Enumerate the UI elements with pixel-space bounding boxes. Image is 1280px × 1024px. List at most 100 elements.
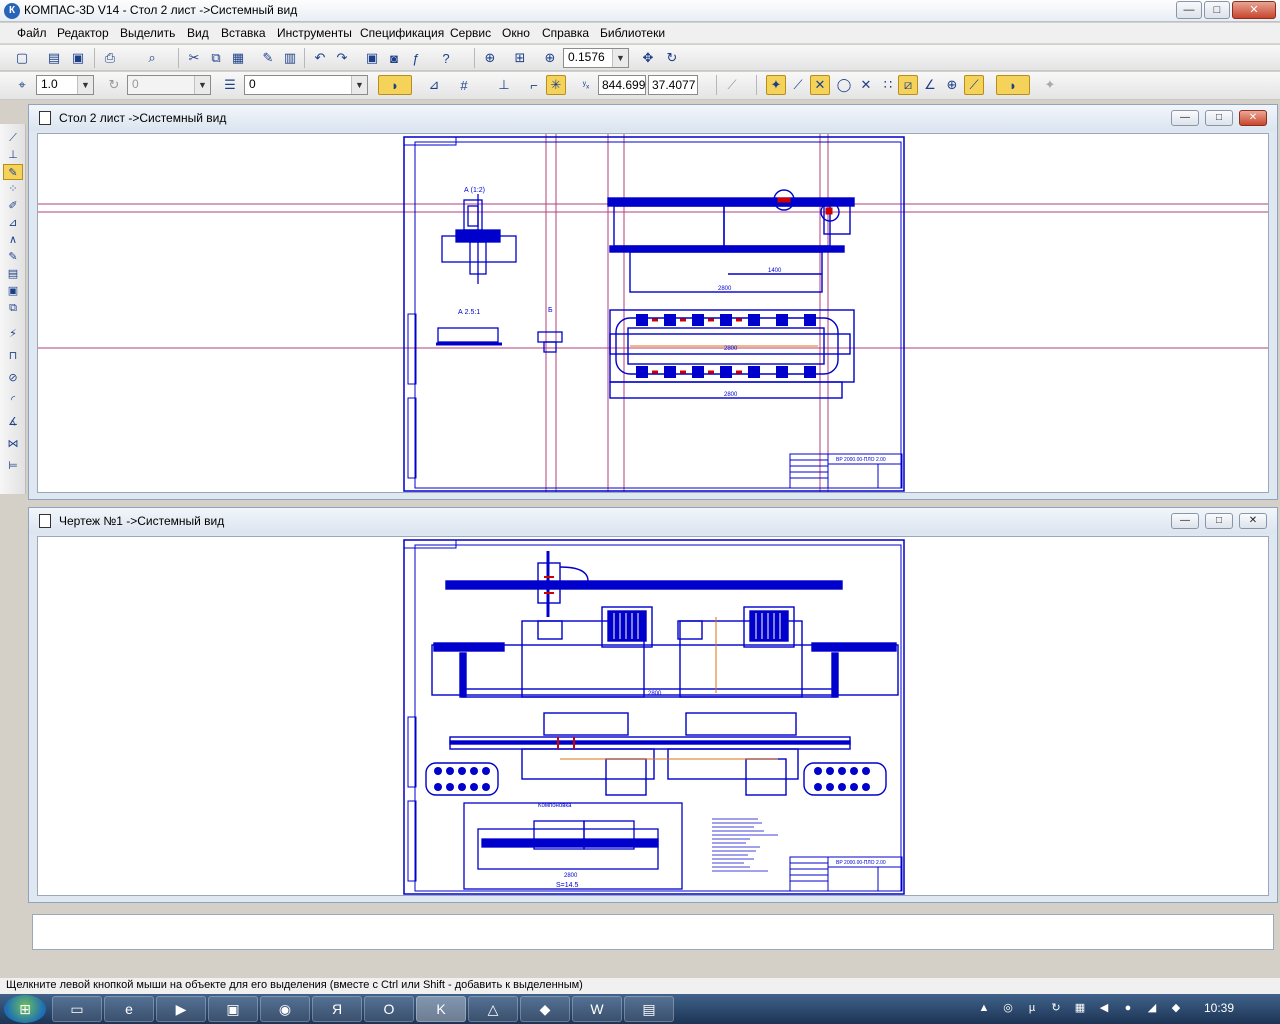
tray-torrent-icon[interactable]: µ bbox=[1024, 1000, 1040, 1016]
geometry-icon[interactable]: ⟋ bbox=[3, 130, 23, 146]
doc-maximize-button[interactable]: □ bbox=[1205, 110, 1233, 126]
chain-dim-icon[interactable]: ⊨ bbox=[3, 458, 23, 474]
print-icon[interactable]: ⎙ bbox=[100, 48, 120, 68]
param-icon[interactable]: ⊿ bbox=[3, 215, 23, 231]
save-icon[interactable]: ▣ bbox=[68, 48, 88, 68]
report-icon[interactable]: ▣ bbox=[3, 283, 23, 299]
doc-close-button[interactable]: ✕ bbox=[1239, 110, 1267, 126]
coord-y-field[interactable]: 37.4077 bbox=[648, 75, 698, 95]
refresh-icon[interactable]: ↻ bbox=[662, 48, 682, 68]
menu-file[interactable]: Файл bbox=[17, 26, 47, 40]
grid-points-icon[interactable]: ⁘ bbox=[3, 181, 23, 197]
menu-insert[interactable]: Вставка bbox=[221, 26, 266, 40]
doc-window-header[interactable]: Стол 2 лист ->Системный вид — □ ✕ bbox=[29, 105, 1277, 131]
chevron-down-icon[interactable]: ▼ bbox=[77, 76, 93, 94]
doc-close-button[interactable]: ✕ bbox=[1239, 513, 1267, 529]
menu-help[interactable]: Справка bbox=[542, 26, 589, 40]
orthogonal-icon[interactable]: ⊿ bbox=[424, 75, 444, 95]
zoom-frame-icon[interactable]: ⊕ bbox=[480, 48, 500, 68]
doc-minimize-button[interactable]: — bbox=[1171, 110, 1199, 126]
parameters-panel[interactable] bbox=[32, 914, 1274, 950]
diameter-icon[interactable]: ⊘ bbox=[3, 370, 23, 386]
menu-tools[interactable]: Инструменты bbox=[277, 26, 352, 40]
copy-icon[interactable]: ⧉ bbox=[206, 48, 226, 68]
minimize-button[interactable]: — bbox=[1176, 1, 1202, 19]
layer-combo[interactable]: 0 ▼ bbox=[244, 75, 368, 95]
snap-intersection-icon[interactable]: ✕ bbox=[810, 75, 830, 95]
properties-icon[interactable]: ▥ bbox=[280, 48, 300, 68]
clock[interactable]: 10:39 bbox=[1204, 1001, 1234, 1015]
format-brush-icon[interactable]: ✎ bbox=[258, 48, 278, 68]
snap-nearest-point-icon[interactable]: ✦ bbox=[766, 75, 786, 95]
menu-window[interactable]: Окно bbox=[502, 26, 530, 40]
app-icon[interactable]: ◆ bbox=[520, 996, 570, 1022]
menu-editor[interactable]: Редактор bbox=[57, 26, 109, 40]
doc-window-drawing-1[interactable]: Чертеж №1 ->Системный вид — □ ✕ Компонов… bbox=[28, 507, 1278, 903]
edit-icon[interactable]: ✐ bbox=[3, 198, 23, 214]
menu-select[interactable]: Выделить bbox=[120, 26, 175, 40]
local-cs-icon[interactable]: ⊥ bbox=[494, 75, 514, 95]
kompas-app-icon[interactable]: К bbox=[4, 3, 20, 19]
doc-maximize-button[interactable]: □ bbox=[1205, 513, 1233, 529]
step-cursor-icon[interactable]: ⌖ bbox=[12, 75, 32, 95]
angle-combo[interactable]: 0 ▼ bbox=[127, 75, 211, 95]
zoom-in-icon[interactable]: ⊕ bbox=[540, 48, 560, 68]
doc-minimize-button[interactable]: — bbox=[1171, 513, 1199, 529]
new-file-icon[interactable]: ▢ bbox=[12, 48, 32, 68]
drawing-svg-bottom[interactable]: Компоновка S=14.5 2800 2800 ВР 2000.00-П… bbox=[38, 537, 1269, 896]
undo-icon[interactable]: ↶ bbox=[310, 48, 330, 68]
step-combo[interactable]: 1.0 ▼ bbox=[36, 75, 94, 95]
library-icon[interactable]: ◙ bbox=[384, 48, 404, 68]
ie-icon[interactable]: e bbox=[104, 996, 154, 1022]
function-icon[interactable]: ƒ bbox=[406, 48, 426, 68]
symbol-icon[interactable]: ⚡ bbox=[3, 326, 23, 342]
menu-libraries[interactable]: Библиотеки bbox=[600, 26, 665, 40]
snap-angle-icon[interactable]: ∠ bbox=[920, 75, 940, 95]
drawing-canvas[interactable]: А (1:2) А 2.5:1 Б 1400 2800 2800 2800 ВР… bbox=[37, 133, 1269, 493]
attribute-icon[interactable]: ✎ bbox=[3, 249, 23, 265]
maximize-button[interactable]: □ bbox=[1204, 1, 1230, 19]
layer-icon[interactable]: ☰ bbox=[220, 75, 240, 95]
cut-icon[interactable]: ✂ bbox=[184, 48, 204, 68]
coord-x-field[interactable]: 844.699 bbox=[598, 75, 646, 95]
paste-icon[interactable]: ▦ bbox=[228, 48, 248, 68]
snap-endpoint-icon[interactable]: ⟋ bbox=[788, 75, 808, 95]
linear-dim-icon[interactable]: ⊓ bbox=[3, 348, 23, 364]
menu-service[interactable]: Сервис bbox=[450, 26, 491, 40]
folder-icon[interactable]: ▭ bbox=[52, 996, 102, 1022]
snap-normal-icon[interactable]: ✕ bbox=[856, 75, 876, 95]
insert-icon[interactable]: ⧉ bbox=[3, 300, 23, 316]
open-folder-icon[interactable]: ▤ bbox=[44, 48, 64, 68]
tray-nvidia-icon[interactable]: ◢ bbox=[1144, 1000, 1160, 1016]
tray-update-icon[interactable]: ↻ bbox=[1048, 1000, 1064, 1016]
print-preview-icon[interactable]: ⌕ bbox=[142, 48, 162, 68]
chevron-down-icon[interactable]: ▼ bbox=[612, 49, 628, 67]
attach-icon[interactable]: ⟋ bbox=[722, 75, 742, 95]
snap-center-icon[interactable]: ∷ bbox=[878, 75, 898, 95]
word-icon[interactable]: W bbox=[572, 996, 622, 1022]
doc-window-table[interactable]: Стол 2 лист ->Системный вид — □ ✕ А (1:2… bbox=[28, 104, 1278, 500]
drawing-svg-top[interactable]: А (1:2) А 2.5:1 Б 1400 2800 2800 2800 ВР… bbox=[38, 134, 1269, 493]
tray-network-icon[interactable]: ▦ bbox=[1072, 1000, 1088, 1016]
zoom-combo[interactable]: 0.1576 ▼ bbox=[563, 48, 629, 68]
snap-tangent-icon[interactable]: ◯ bbox=[834, 75, 854, 95]
snap-middle-icon[interactable]: ⧄ bbox=[898, 75, 918, 95]
save-icon[interactable]: ▣ bbox=[208, 996, 258, 1022]
help-pointer-icon[interactable]: ? bbox=[436, 48, 456, 68]
media-icon[interactable]: ▶ bbox=[156, 996, 206, 1022]
drawing-canvas[interactable]: Компоновка S=14.5 2800 2800 ВР 2000.00-П… bbox=[37, 536, 1269, 896]
snap-circle-center-icon[interactable]: ⊕ bbox=[942, 75, 962, 95]
avast-icon[interactable]: △ bbox=[468, 996, 518, 1022]
angle-icon[interactable]: ↻ bbox=[104, 75, 124, 95]
start-button[interactable]: ⊞ bbox=[4, 995, 46, 1023]
tray-shield-icon[interactable]: ◆ bbox=[1168, 1000, 1184, 1016]
snap-toggle-icon[interactable]: ✳ bbox=[546, 75, 566, 95]
ortho-mode-icon[interactable]: ⌐ bbox=[524, 75, 544, 95]
chrome-icon[interactable]: ◉ bbox=[260, 996, 310, 1022]
spec-icon[interactable]: ▤ bbox=[3, 266, 23, 282]
tray-volume-icon[interactable]: ◀ bbox=[1096, 1000, 1112, 1016]
menu-view[interactable]: Вид bbox=[187, 26, 209, 40]
yandex-icon[interactable]: Я bbox=[312, 996, 362, 1022]
zoom-all-icon[interactable]: ⊞ bbox=[510, 48, 530, 68]
menu-specification[interactable]: Спецификация bbox=[360, 26, 444, 40]
